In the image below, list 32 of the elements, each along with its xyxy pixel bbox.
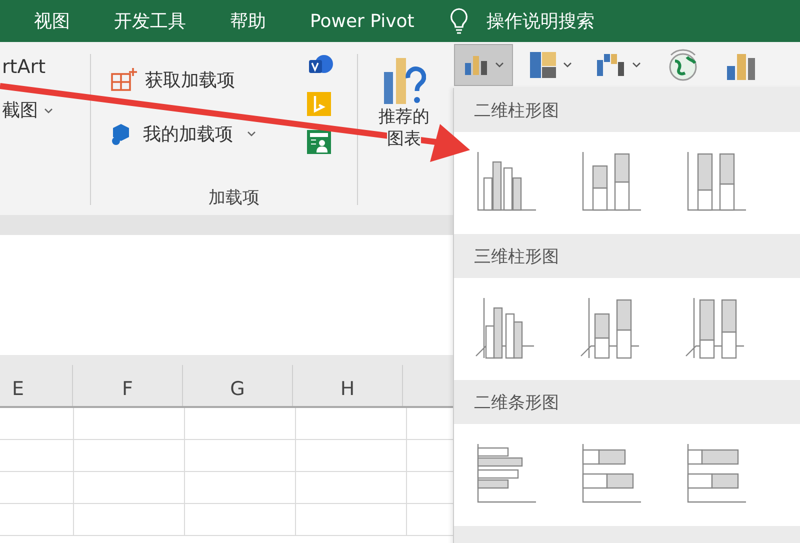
caret-icon <box>632 62 641 68</box>
chart-type-button[interactable] <box>454 44 513 86</box>
smartart-button[interactable]: rtArt <box>2 56 46 78</box>
lightbulb-icon <box>450 8 468 34</box>
addin-button[interactable]: 我的加载项 <box>111 122 307 146</box>
ribbon-tab[interactable]: 视图 <box>34 9 70 33</box>
recommended-charts-button[interactable]: 推荐的 图表 <box>358 42 450 215</box>
waterfall-chart-icon <box>596 52 626 78</box>
column-header[interactable]: E <box>0 365 73 406</box>
ribbon-tab[interactable]: 帮助 <box>230 9 266 33</box>
bing-icon[interactable] <box>307 92 331 116</box>
store-grid-icon <box>111 68 137 92</box>
caret-icon <box>495 62 504 68</box>
section-header: 二维条形图 <box>454 380 800 424</box>
treemap-icon <box>529 51 557 79</box>
chart-question-icon <box>382 56 426 106</box>
column-header[interactable]: H <box>293 365 403 406</box>
ribbon-tab[interactable]: Power Pivot <box>310 10 414 32</box>
column-header[interactable]: G <box>183 365 293 406</box>
screenshot-button[interactable]: 截图 <box>2 98 53 122</box>
people-graph-icon[interactable] <box>307 130 331 154</box>
ribbon-tab[interactable]: 开发工具 <box>114 9 186 33</box>
caret-icon <box>563 62 572 68</box>
search-field[interactable]: 操作说明搜索 <box>486 9 594 33</box>
section-header: 三维柱形图 <box>454 234 800 278</box>
caret-icon <box>44 108 53 114</box>
addin-button[interactable]: 获取加载项 <box>111 68 307 92</box>
caret-icon <box>247 131 256 137</box>
section-header: 二维柱形图 <box>454 88 800 132</box>
column-chart-icon <box>463 53 489 77</box>
column-header[interactable]: F <box>73 365 183 406</box>
group-label: 加载项 <box>208 187 260 210</box>
